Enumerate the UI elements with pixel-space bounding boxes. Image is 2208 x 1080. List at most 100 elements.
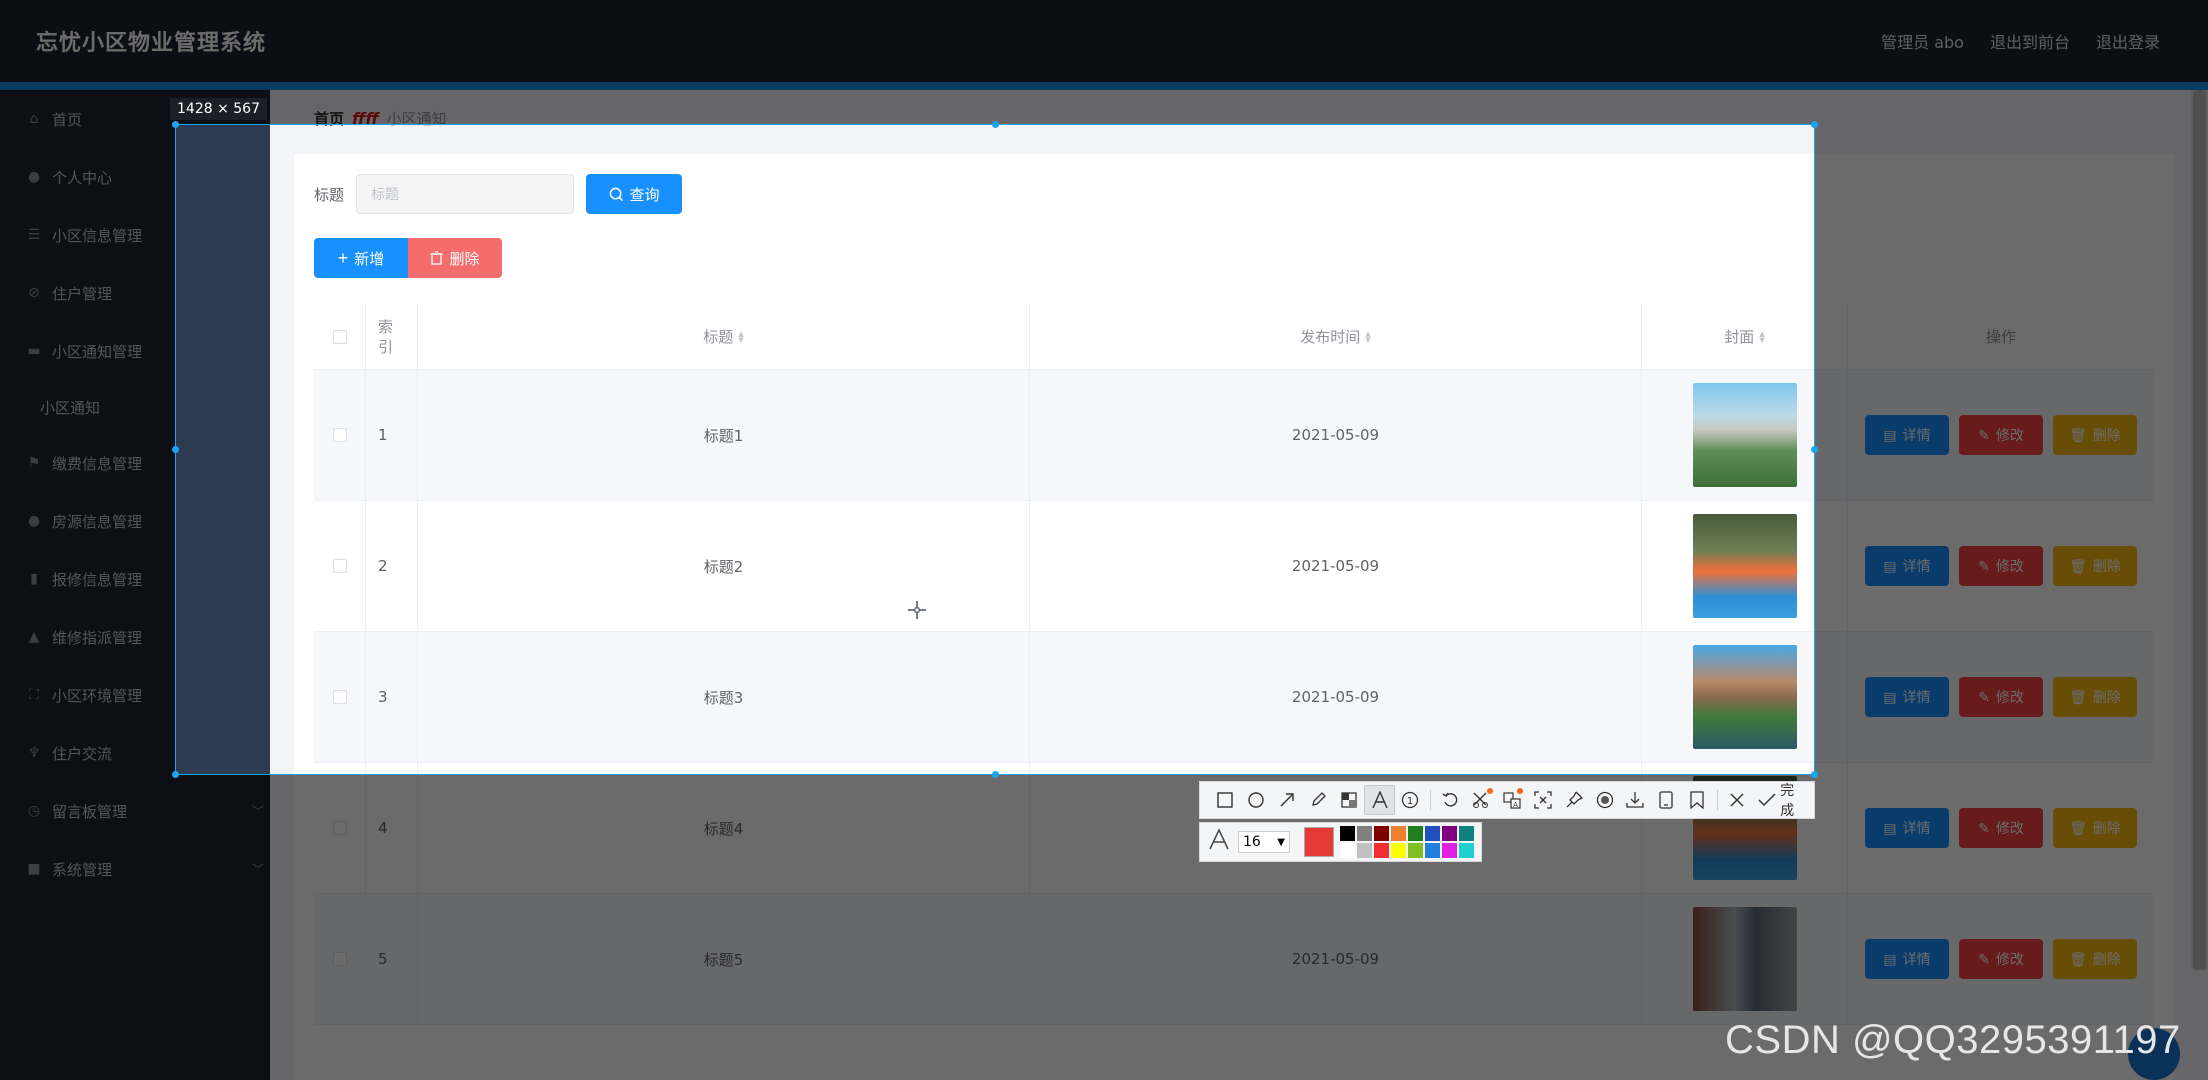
header-select-all[interactable] xyxy=(314,304,366,369)
logout-link[interactable]: 退出登录 xyxy=(2096,29,2160,53)
cut-icon[interactable] xyxy=(1466,785,1497,815)
color-swatch[interactable] xyxy=(1459,826,1474,841)
detail-button[interactable]: ▤ 详情 xyxy=(1865,677,1949,717)
color-swatch[interactable] xyxy=(1374,826,1389,841)
color-swatch[interactable] xyxy=(1408,843,1423,858)
close-icon[interactable] xyxy=(1722,785,1753,815)
cover-image[interactable] xyxy=(1692,907,1797,1011)
trash-icon: 🗑 xyxy=(2069,950,2087,967)
edit-button[interactable]: ✎ 修改 xyxy=(1959,546,2043,586)
color-swatch[interactable] xyxy=(1340,826,1355,841)
phone-icon[interactable] xyxy=(1651,785,1682,815)
font-size-select[interactable]: 16 ▼ xyxy=(1238,831,1290,853)
detail-button[interactable]: ▤ 详情 xyxy=(1865,546,1949,586)
sidebar-item-system[interactable]: ■ 系统管理 ﹀ xyxy=(0,840,270,898)
bookmark-icon[interactable] xyxy=(1682,785,1713,815)
edit-button[interactable]: ✎ 修改 xyxy=(1959,939,2043,979)
query-button[interactable]: 查询 xyxy=(586,174,683,214)
text-icon[interactable] xyxy=(1364,785,1396,815)
color-swatch[interactable] xyxy=(1357,826,1372,841)
color-swatch[interactable] xyxy=(1408,826,1423,841)
edit-button[interactable]: ✎ 修改 xyxy=(1959,677,2043,717)
detail-button[interactable]: ▤ 详情 xyxy=(1865,415,1949,455)
cover-image[interactable] xyxy=(1692,514,1797,618)
chevron-down-icon: ﹀ xyxy=(251,804,264,819)
color-swatch[interactable] xyxy=(1459,843,1474,858)
scrollbar-thumb[interactable] xyxy=(2193,90,2206,970)
header-cover[interactable]: 封面 ▲ ▼ xyxy=(1642,304,1848,369)
pencil-icon[interactable] xyxy=(1303,785,1334,815)
batch-delete-button[interactable]: 删除 xyxy=(408,238,502,278)
current-color-swatch[interactable] xyxy=(1304,827,1334,857)
row-checkbox[interactable] xyxy=(332,428,347,442)
table-row: 2 标题2 2021-05-09 ▤ 详情 ✎ 修改 🗑 删除 xyxy=(314,501,2154,632)
number-marker-icon[interactable]: 1 xyxy=(1395,785,1426,815)
row-select-cell[interactable] xyxy=(314,370,366,500)
edit-button-label: 修改 xyxy=(1995,951,2024,967)
add-button[interactable]: + 新增 xyxy=(314,238,408,278)
color-swatch[interactable] xyxy=(1391,826,1406,841)
scroll-capture-icon[interactable] xyxy=(1527,785,1558,815)
delete-button[interactable]: 🗑 删除 xyxy=(2053,415,2137,455)
row-select-cell[interactable] xyxy=(314,501,366,631)
color-swatch[interactable] xyxy=(1442,826,1457,841)
row-checkbox[interactable] xyxy=(332,559,347,573)
page-scrollbar[interactable] xyxy=(2191,90,2208,970)
select-all-checkbox[interactable] xyxy=(332,329,347,344)
exit-to-frontend-link[interactable]: 退出到前台 xyxy=(1990,29,2070,53)
color-swatch[interactable] xyxy=(1442,843,1457,858)
color-swatch[interactable] xyxy=(1357,843,1372,858)
edit-icon: ✎ xyxy=(1978,426,1990,443)
detail-button[interactable]: ▤ 详情 xyxy=(1865,808,1949,848)
sidebar-item-label: 缴费信息管理 xyxy=(52,454,143,473)
row-operations: ▤ 详情 ✎ 修改 🗑 删除 xyxy=(1848,632,2154,762)
header-title[interactable]: 标题 ▲ ▼ xyxy=(418,304,1030,369)
row-checkbox[interactable] xyxy=(332,821,347,835)
toolbar-divider xyxy=(1429,790,1431,810)
ellipse-icon[interactable] xyxy=(1241,785,1272,815)
edit-icon: ✎ xyxy=(1978,688,1990,705)
sort-icon[interactable]: ▲ ▼ xyxy=(1365,330,1370,343)
row-checkbox[interactable] xyxy=(332,952,347,966)
delete-button[interactable]: 🗑 删除 xyxy=(2053,808,2137,848)
record-icon[interactable] xyxy=(1589,785,1620,815)
detail-button-label: 详情 xyxy=(1902,689,1931,705)
delete-button[interactable]: 🗑 删除 xyxy=(2053,677,2137,717)
text-properties-panel: 16 ▼ xyxy=(1199,822,1482,862)
sort-icon[interactable]: ▲ ▼ xyxy=(738,330,743,343)
color-swatch[interactable] xyxy=(1425,843,1440,858)
delete-button[interactable]: 🗑 删除 xyxy=(2053,939,2137,979)
color-swatch[interactable] xyxy=(1340,843,1355,858)
rectangle-icon[interactable] xyxy=(1210,785,1241,815)
delete-button[interactable]: 🗑 删除 xyxy=(2053,546,2137,586)
toolbar-divider xyxy=(1716,790,1718,810)
color-swatch[interactable] xyxy=(1374,843,1389,858)
action-buttons: + 新增 删除 xyxy=(314,238,502,278)
pin-icon[interactable] xyxy=(1558,785,1589,815)
edit-button[interactable]: ✎ 修改 xyxy=(1959,415,2043,455)
cover-image[interactable] xyxy=(1692,383,1797,487)
search-title-input[interactable] xyxy=(356,174,575,214)
breadcrumb-home[interactable]: 首页 xyxy=(314,108,344,129)
cover-image[interactable] xyxy=(1692,645,1797,749)
sort-icon[interactable]: ▲ ▼ xyxy=(1759,330,1764,343)
row-cover-cell xyxy=(1642,501,1848,631)
row-select-cell[interactable] xyxy=(314,632,366,762)
mosaic-icon[interactable] xyxy=(1333,785,1364,815)
color-swatch[interactable] xyxy=(1425,826,1440,841)
edit-button[interactable]: ✎ 修改 xyxy=(1959,808,2043,848)
header-publish-time[interactable]: 发布时间 ▲ ▼ xyxy=(1030,304,1642,369)
undo-icon[interactable] xyxy=(1435,785,1466,815)
arrow-icon[interactable] xyxy=(1272,785,1303,815)
done-button[interactable]: 完成 xyxy=(1752,780,1814,820)
download-icon[interactable] xyxy=(1620,785,1651,815)
row-checkbox[interactable] xyxy=(332,690,347,704)
detail-button[interactable]: ▤ 详情 xyxy=(1865,939,1949,979)
color-swatch[interactable] xyxy=(1391,843,1406,858)
row-select-cell[interactable] xyxy=(314,894,366,1024)
row-select-cell[interactable] xyxy=(314,763,366,893)
sidebar-item-message-board[interactable]: ◷ 留言板管理 ﹀ xyxy=(0,782,270,840)
detail-button-label: 详情 xyxy=(1902,820,1931,836)
translate-icon[interactable]: A xyxy=(1497,785,1528,815)
edit-icon: ✎ xyxy=(1978,819,1990,836)
